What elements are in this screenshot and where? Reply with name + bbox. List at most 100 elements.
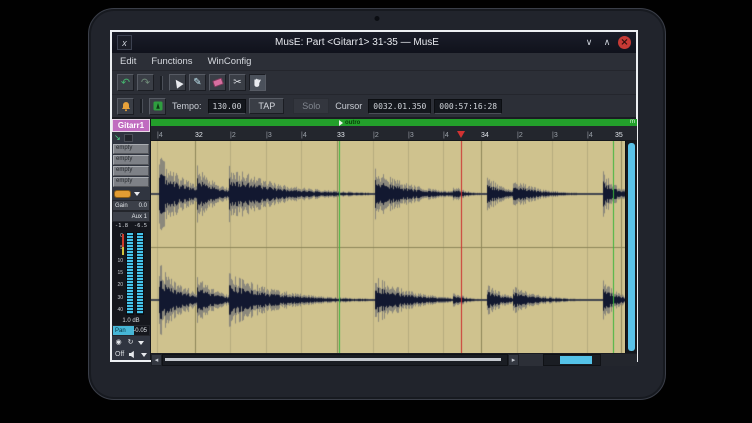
redo-button[interactable]: ↷ xyxy=(137,74,154,91)
horizontal-scrollbar: ◂ ▸ xyxy=(151,353,637,366)
controller-slot[interactable]: empty xyxy=(113,177,149,187)
camera-dot xyxy=(375,16,380,21)
tempo-label: Tempo: xyxy=(172,101,202,111)
marker-clipped-label: m xyxy=(630,119,635,126)
pencil-icon: ✎ xyxy=(193,77,201,88)
vertical-scroll-thumb[interactable] xyxy=(628,143,635,351)
meter-scale-label: 20 xyxy=(117,283,123,288)
speaker-icon[interactable] xyxy=(128,350,137,359)
waveform-canvas[interactable] xyxy=(151,141,625,353)
cursor-label: Cursor xyxy=(335,101,362,111)
zoom-slider[interactable] xyxy=(543,354,601,366)
menu-item-edit[interactable]: Edit xyxy=(120,56,136,67)
meter-scale-label: 40 xyxy=(117,308,123,313)
peak-left-value: -1.8 xyxy=(115,223,128,229)
scroll-right-icon[interactable]: ▸ xyxy=(508,354,519,366)
part-arrow-icon[interactable]: ↘ xyxy=(114,134,121,142)
zoom-slider-thumb[interactable] xyxy=(560,356,592,364)
routing-row xyxy=(112,188,150,200)
shade-icon[interactable]: ∨ xyxy=(582,36,596,50)
stereo-toggle-icon[interactable] xyxy=(114,190,131,198)
undo-icon: ↶ xyxy=(121,76,130,89)
close-icon[interactable]: × xyxy=(618,36,631,49)
ruler-tick: |4 xyxy=(301,132,307,139)
aux-label: Aux 1 xyxy=(132,214,147,220)
cutter-tool-button[interactable]: ✂ xyxy=(229,74,246,91)
marker-strip[interactable]: outro m xyxy=(151,119,637,126)
meter-scale-label: 10 xyxy=(117,259,123,264)
track-tools-row: ↘ xyxy=(112,132,150,143)
route-down-icon[interactable] xyxy=(134,192,140,196)
horizontal-scroll-thumb[interactable] xyxy=(165,358,501,361)
controller-slot[interactable]: empty xyxy=(113,144,149,154)
meter-bar-left xyxy=(126,232,134,315)
scissors-icon: ✂ xyxy=(233,77,241,88)
tap-button[interactable]: TAP xyxy=(249,98,284,114)
eraser-icon xyxy=(212,78,224,88)
controller-slot[interactable]: empty xyxy=(113,166,149,176)
toolbar-separator xyxy=(140,99,143,113)
pan-value: -0.05 xyxy=(133,328,149,334)
cycle-icon[interactable]: ↻ xyxy=(126,338,135,347)
window-title: MusE: Part <Gitarr1> 31-35 — MusE xyxy=(136,37,578,48)
track-panel: Gitarr1 ↘ empty empty empty empty Gain 0… xyxy=(112,119,151,360)
pointer-tool-button[interactable] xyxy=(169,74,186,91)
scrollbar-corner xyxy=(601,354,637,366)
bell-icon xyxy=(121,101,131,112)
hand-icon xyxy=(252,77,263,88)
menubar: Edit Functions WinConfig xyxy=(112,53,636,71)
ruler-tick: 32 xyxy=(195,132,203,139)
muse-window: x MusE: Part <Gitarr1> 31-35 — MusE ∨ ∧ … xyxy=(110,30,638,362)
aux-slider[interactable]: Aux 1 xyxy=(112,211,150,222)
vertical-scrollbar[interactable] xyxy=(625,141,637,353)
ruler-tick: |3 xyxy=(408,132,414,139)
pencil-tool-button[interactable]: ✎ xyxy=(189,74,206,91)
power-icon[interactable]: ◉ xyxy=(114,338,123,347)
fader-value-label: 1.0 dB xyxy=(112,317,150,325)
speaker-dropdown-icon[interactable] xyxy=(141,353,147,357)
dropdown-arrow-icon[interactable] xyxy=(138,341,144,345)
ruler-tick: |4 xyxy=(443,132,449,139)
menu-item-winconfig[interactable]: WinConfig xyxy=(208,56,252,67)
ruler-tick: 35 xyxy=(615,132,623,139)
tempo-toggle-button[interactable] xyxy=(149,98,166,115)
menu-item-functions[interactable]: Functions xyxy=(151,56,192,67)
pan-tool-button[interactable] xyxy=(249,74,266,91)
canvas-row xyxy=(151,141,637,353)
ruler-corner xyxy=(625,126,637,140)
timeline-ruler[interactable]: |432|2|3|433|2|3|434|2|3|435 xyxy=(151,126,637,141)
metronome-button[interactable] xyxy=(117,98,134,115)
solo-button[interactable]: Solo xyxy=(293,98,329,114)
ruler-tick: 33 xyxy=(337,132,345,139)
edit-toolbar: ↶ ↷ ✎ ✂ xyxy=(112,71,636,95)
part-chip-icon[interactable] xyxy=(124,134,133,142)
gain-slider[interactable]: Gain 0.0 xyxy=(112,200,150,211)
ruler-tick: |3 xyxy=(552,132,558,139)
ruler-tick: |2 xyxy=(517,132,523,139)
ruler-tick: |2 xyxy=(230,132,236,139)
scroll-left-icon[interactable]: ◂ xyxy=(151,354,162,366)
tempo-value[interactable]: 130.00 xyxy=(208,99,247,114)
meter-scale: 051015203040 xyxy=(113,232,124,315)
controller-slot[interactable]: empty xyxy=(113,155,149,165)
eraser-tool-button[interactable] xyxy=(209,74,226,91)
track-name-label[interactable]: Gitarr1 xyxy=(112,119,150,132)
tempo-icon xyxy=(153,101,163,111)
meter-scale-label: 30 xyxy=(117,296,123,301)
peak-readout-row: -1.8 -6.5 xyxy=(112,222,150,230)
playhead-marker[interactable] xyxy=(457,131,465,138)
ruler-ticks: |432|2|3|433|2|3|434|2|3|435 xyxy=(151,126,625,140)
undo-button[interactable]: ↶ xyxy=(117,74,134,91)
gain-label: Gain xyxy=(115,203,128,209)
toolbar-separator xyxy=(160,76,163,90)
meter-bar-right xyxy=(136,232,144,315)
pan-slider[interactable]: Pan -0.05 xyxy=(112,325,150,336)
transport-toolbar: Tempo: 130.00 TAP Solo Cursor 0032.01.35… xyxy=(112,95,636,118)
horizontal-scroll-track[interactable] xyxy=(162,354,508,366)
flag-icon xyxy=(339,120,343,126)
titlebar[interactable]: x MusE: Part <Gitarr1> 31-35 — MusE ∨ ∧ … xyxy=(112,32,636,53)
ruler-tick: |4 xyxy=(157,132,163,139)
restore-icon[interactable]: ∧ xyxy=(600,36,614,50)
marker-outro[interactable]: outro xyxy=(339,119,360,126)
pointer-icon xyxy=(172,77,183,88)
